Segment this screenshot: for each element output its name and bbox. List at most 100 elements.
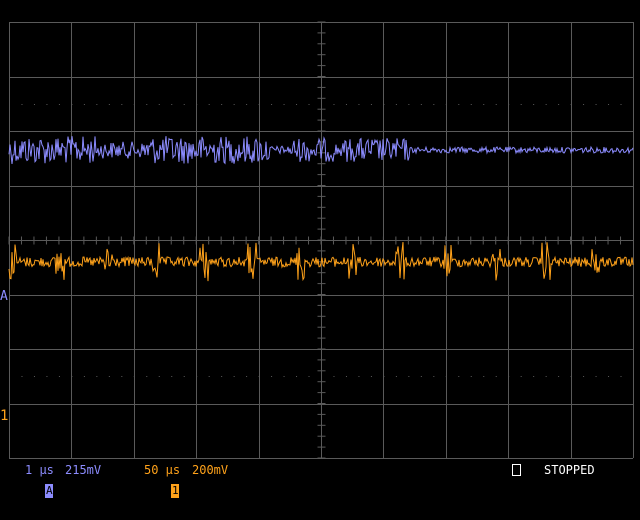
- grid-dot: [458, 376, 460, 377]
- grid-dot: [433, 376, 435, 377]
- grid-dot: [71, 104, 73, 105]
- grid-dot: [333, 376, 335, 377]
- grid-dot: [345, 376, 347, 377]
- channel-a-ground-marker: A: [0, 289, 8, 304]
- grid-dot: [433, 104, 435, 105]
- grid-dot: [258, 376, 260, 377]
- status-bar: A 1 µs 215mV 1 50 µs 200mV STOPPED: [0, 460, 640, 498]
- grid-dot: [321, 104, 322, 105]
- grid-dot: [96, 376, 98, 377]
- grid-dot: [545, 376, 547, 377]
- grid-dot: [583, 104, 585, 105]
- run-state-label[interactable]: STOPPED: [544, 460, 595, 480]
- grid-dot: [146, 376, 148, 377]
- grid-dot: [495, 376, 497, 377]
- grid-dot: [608, 104, 610, 105]
- grid-dot: [558, 104, 560, 105]
- grid-dot: [46, 376, 48, 377]
- grid-dot: [296, 104, 298, 105]
- grid-dot: [158, 104, 160, 105]
- grid-dot: [508, 376, 510, 377]
- grid-dot: [58, 104, 60, 105]
- channel-a-badge[interactable]: A: [45, 483, 54, 498]
- grid-dot: [221, 376, 223, 377]
- grid-dot: [420, 376, 422, 377]
- grid-dot: [370, 376, 372, 377]
- channel-1-timebase: 50 µs: [144, 463, 181, 477]
- grid-dot: [483, 376, 485, 377]
- grid-dot: [620, 104, 622, 105]
- grid-dot: [470, 376, 472, 377]
- oscilloscope-display: A 1 A 1 µs 215mV 1 50 µs 200mV STOPPED: [0, 0, 640, 498]
- grid-dot: [271, 376, 273, 377]
- grid-dot: [258, 104, 260, 105]
- grid-dot: [196, 104, 198, 105]
- grid-dot: [283, 104, 285, 105]
- grid-dot: [345, 104, 347, 105]
- grid-dot: [395, 104, 397, 105]
- grid-dot: [133, 376, 135, 377]
- stop-indicator-icon: [512, 464, 521, 476]
- grid-dot: [71, 376, 73, 377]
- grid-dot: [196, 376, 198, 377]
- grid-dot: [558, 376, 560, 377]
- grid-dot: [595, 376, 597, 377]
- channel-1-volts-per-div: 200mV: [192, 463, 229, 477]
- grid-dot: [470, 104, 472, 105]
- channel-1-badge[interactable]: 1: [171, 483, 180, 498]
- grid-dot: [46, 104, 48, 105]
- grid-dot: [408, 104, 410, 105]
- grid-dot: [9, 376, 10, 377]
- grid-dot: [321, 376, 322, 377]
- grid-dot: [533, 376, 535, 377]
- channel-a-timebase: 1 µs: [25, 463, 54, 477]
- grid-dot: [570, 104, 572, 105]
- grid-dot: [520, 376, 522, 377]
- grid-dot: [483, 104, 485, 105]
- grid-dot: [570, 376, 572, 377]
- grid-dot: [458, 104, 460, 105]
- grid-dot: [9, 104, 10, 105]
- grid-dot: [208, 104, 210, 105]
- grid-dot: [158, 376, 160, 377]
- grid-dot: [221, 104, 223, 105]
- grid-dot: [246, 376, 248, 377]
- grid-dot: [96, 104, 98, 105]
- grid-dot: [445, 376, 447, 377]
- grid-dot: [108, 376, 110, 377]
- grid-dot: [233, 376, 235, 377]
- grid-dot: [83, 104, 85, 105]
- grid-dot: [121, 104, 123, 105]
- grid-dot: [508, 104, 510, 105]
- grid-dot: [358, 376, 360, 377]
- grid-dot: [395, 376, 397, 377]
- graticule-grid: [8, 21, 634, 459]
- waveform-screen: A 1: [0, 21, 634, 459]
- grid-dot: [208, 376, 210, 377]
- grid-dot: [83, 376, 85, 377]
- grid-dot: [108, 104, 110, 105]
- grid-dot: [133, 104, 135, 105]
- grid-dot: [33, 104, 35, 105]
- grid-dot: [183, 376, 185, 377]
- grid-dot: [33, 376, 35, 377]
- channel-a-volts-per-div: 215mV: [65, 463, 102, 477]
- grid-dot: [271, 104, 273, 105]
- grid-dot: [296, 376, 298, 377]
- grid-dot: [333, 104, 335, 105]
- grid-dot: [370, 104, 372, 105]
- grid-dot: [445, 104, 447, 105]
- grid-dot: [520, 104, 522, 105]
- grid-dot: [408, 376, 410, 377]
- grid-dot: [383, 376, 385, 377]
- grid-dot: [21, 376, 23, 377]
- grid-dot: [358, 104, 360, 105]
- grid-dot: [420, 104, 422, 105]
- grid-dot: [58, 376, 60, 377]
- grid-dot: [533, 104, 535, 105]
- grid-dot: [121, 376, 123, 377]
- grid-dot: [246, 104, 248, 105]
- grid-dot: [21, 104, 23, 105]
- grid-dot: [595, 104, 597, 105]
- grid-dot: [183, 104, 185, 105]
